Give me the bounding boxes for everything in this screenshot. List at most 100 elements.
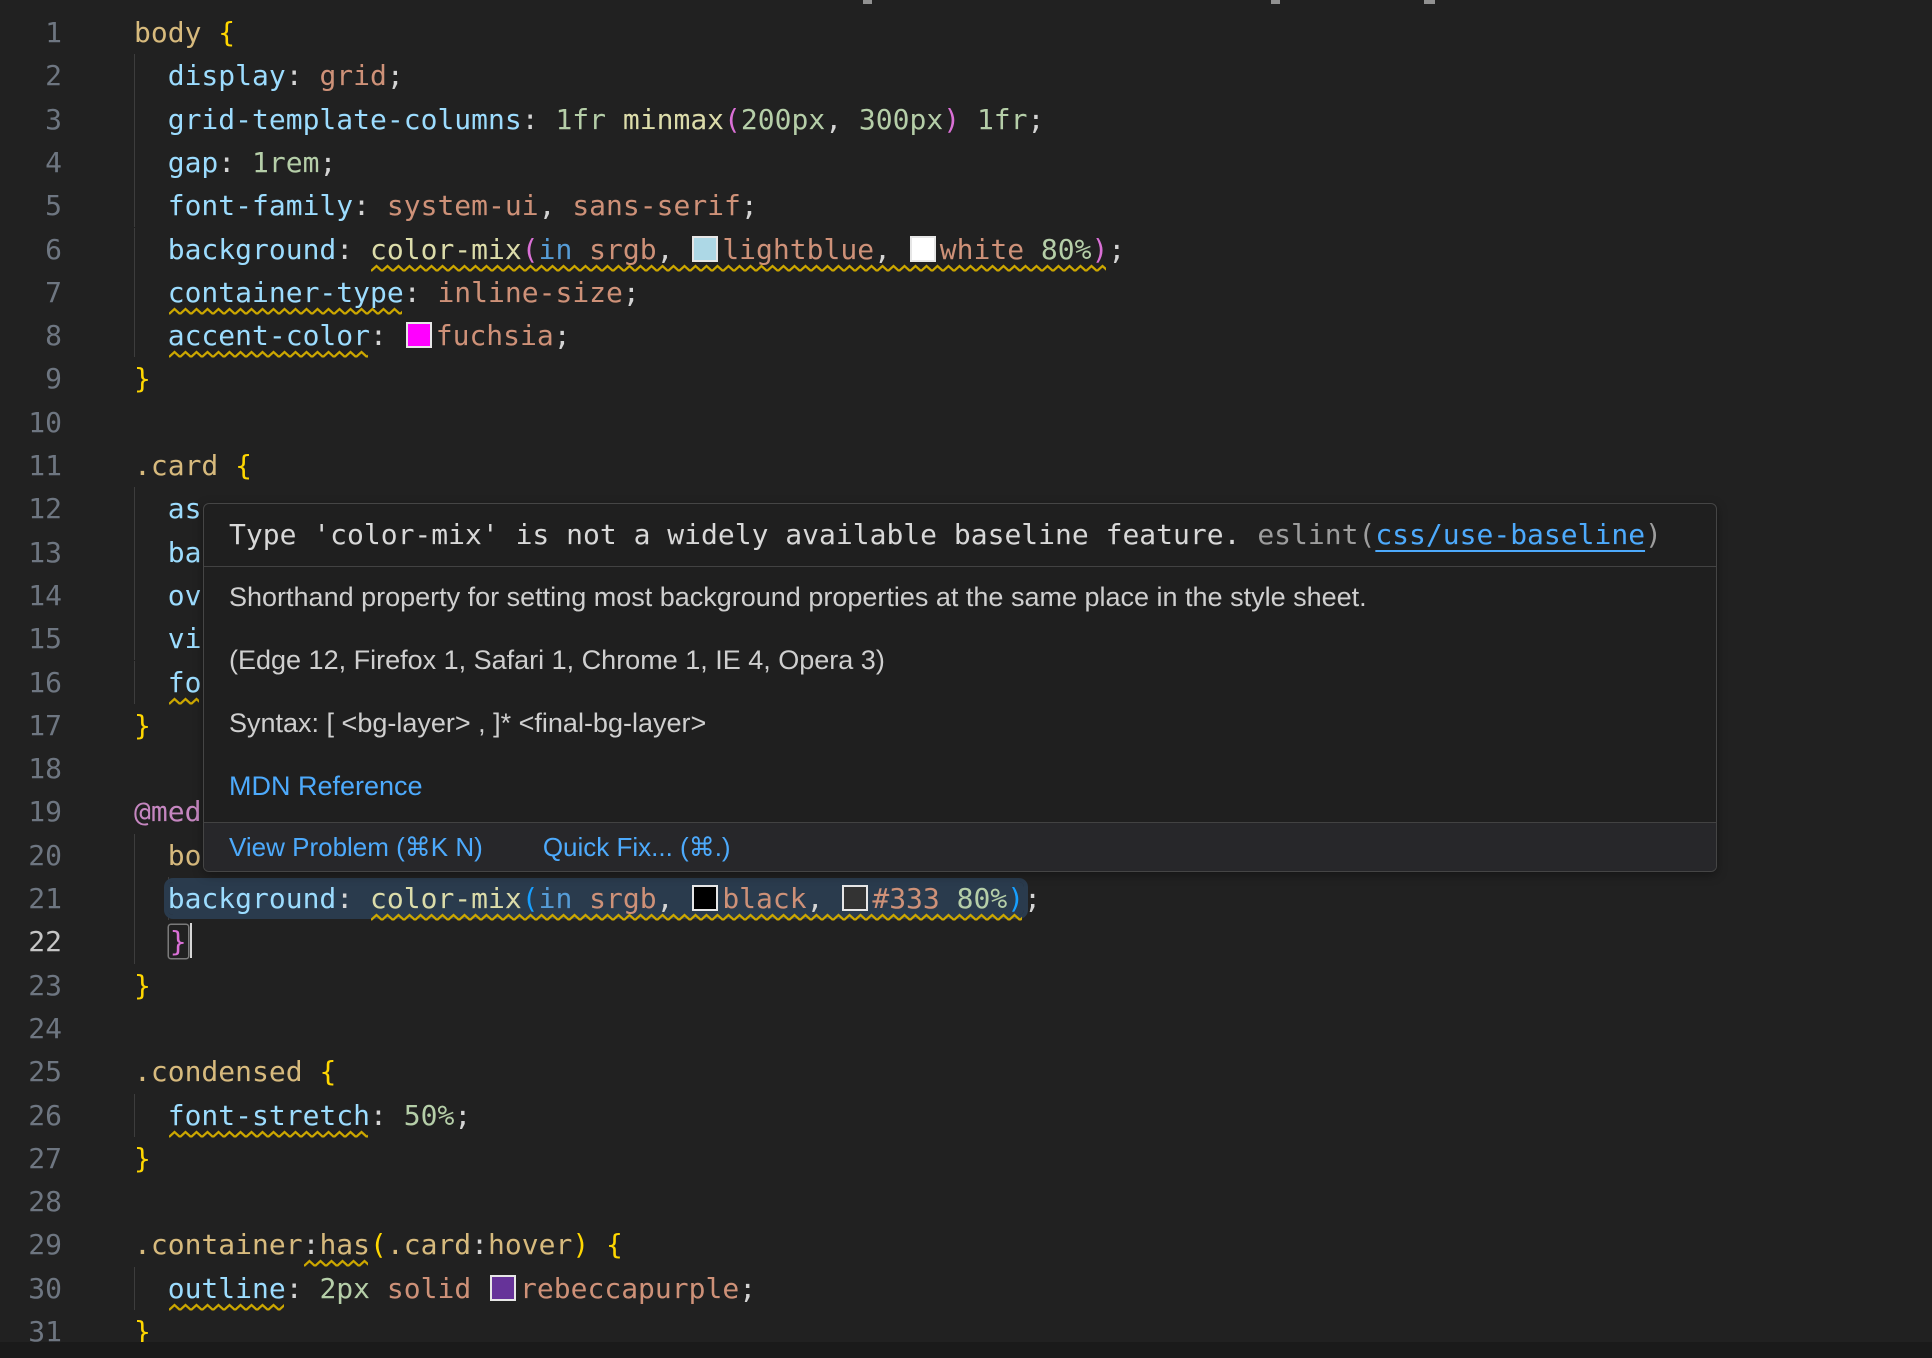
mdn-reference-link[interactable]: MDN Reference	[229, 773, 1691, 800]
code-token[interactable]: :	[303, 1228, 320, 1261]
code-line[interactable]: 26 font-stretch: 50%;	[0, 1094, 1932, 1137]
line-number[interactable]: 30	[0, 1267, 62, 1310]
code-token[interactable]: ;	[454, 1099, 471, 1132]
line-number[interactable]: 24	[0, 1007, 62, 1050]
code-token[interactable]: ;	[741, 189, 758, 222]
line-number[interactable]: 1	[0, 11, 62, 54]
code-token[interactable]: as	[168, 492, 202, 525]
line-number[interactable]: 15	[0, 617, 62, 660]
code-token[interactable]	[134, 59, 168, 92]
code-token[interactable]: :	[522, 103, 556, 136]
code-token[interactable]	[134, 882, 168, 915]
view-problem-action[interactable]: View Problem (⌘K N)	[229, 832, 483, 863]
code-text[interactable]: grid-template-columns: 1fr minmax(200px,…	[134, 98, 1044, 141]
code-token[interactable]: 2px	[319, 1272, 370, 1305]
code-text[interactable]: as	[134, 487, 201, 530]
code-token[interactable]: 300px	[859, 103, 943, 136]
code-token[interactable]: black	[722, 882, 806, 915]
code-text[interactable]: vi	[134, 617, 201, 660]
code-token[interactable]	[606, 103, 623, 136]
code-token[interactable]: 200px	[741, 103, 825, 136]
code-token[interactable]: 80%	[957, 882, 1008, 915]
code-token[interactable]: @med	[134, 795, 201, 828]
code-token[interactable]: srgb	[589, 882, 656, 915]
code-line[interactable]: 29.container:has(.card:hover) {	[0, 1223, 1932, 1266]
code-line[interactable]: 21 background: color-mix(in srgb, black,…	[0, 877, 1932, 920]
code-text[interactable]: .condensed {	[134, 1050, 336, 1093]
code-token[interactable]: white	[940, 233, 1024, 266]
color-swatch[interactable]	[490, 1275, 516, 1301]
code-token[interactable]	[134, 622, 168, 655]
code-text[interactable]: @med	[134, 790, 201, 833]
code-token[interactable]: font-stretch	[168, 1099, 370, 1132]
code-token[interactable]: )	[943, 103, 960, 136]
line-number[interactable]: 7	[0, 271, 62, 314]
code-token[interactable]: {	[235, 449, 252, 482]
code-token[interactable]: vi	[168, 622, 202, 655]
code-line[interactable]: 1body {	[0, 11, 1932, 54]
code-token[interactable]: }	[134, 969, 151, 1002]
code-line[interactable]: 8 accent-color: fuchsia;	[0, 314, 1932, 357]
code-token[interactable]: 1fr	[555, 103, 606, 136]
code-text[interactable]: bo	[134, 834, 201, 877]
line-number[interactable]: 26	[0, 1094, 62, 1137]
code-token[interactable]: outline	[168, 1272, 286, 1305]
color-swatch[interactable]	[692, 236, 718, 262]
code-line[interactable]: 7 container-type: inline-size;	[0, 271, 1932, 314]
code-token[interactable]	[134, 146, 168, 179]
line-number[interactable]: 20	[0, 834, 62, 877]
code-token[interactable]: ba	[168, 536, 202, 569]
code-text[interactable]: accent-color: fuchsia;	[134, 314, 571, 357]
code-token[interactable]: 1fr	[977, 103, 1028, 136]
code-token[interactable]	[134, 189, 168, 222]
code-token[interactable]	[134, 1272, 168, 1305]
code-token[interactable]	[134, 839, 168, 872]
code-token[interactable]: srgb	[589, 233, 656, 266]
code-token[interactable]: ;	[739, 1272, 756, 1305]
code-token[interactable]: font-family	[168, 189, 353, 222]
code-line[interactable]: 27}	[0, 1137, 1932, 1180]
code-token[interactable]: (	[370, 1228, 387, 1261]
code-line[interactable]: 5 font-family: system-ui, sans-serif;	[0, 184, 1932, 227]
code-token[interactable]: ;	[554, 319, 571, 352]
color-swatch[interactable]	[842, 885, 868, 911]
code-token[interactable]	[201, 16, 218, 49]
code-token[interactable]: color-mix	[370, 233, 522, 266]
code-text[interactable]: .card {	[134, 444, 252, 487]
code-text[interactable]: .container:has(.card:hover) {	[134, 1223, 623, 1266]
code-token[interactable]	[589, 1228, 606, 1261]
code-token[interactable]	[134, 276, 168, 309]
code-line[interactable]: 2 display: grid;	[0, 54, 1932, 97]
code-token[interactable]	[134, 103, 168, 136]
line-number[interactable]: 28	[0, 1180, 62, 1223]
line-number[interactable]: 17	[0, 704, 62, 747]
code-token[interactable]: minmax	[623, 103, 724, 136]
code-token[interactable]: }	[134, 1142, 151, 1175]
code-token[interactable]: 1rem	[252, 146, 319, 179]
code-token[interactable]: :	[404, 276, 438, 309]
code-line[interactable]: 11 .card {	[0, 444, 1932, 487]
line-number[interactable]: 2	[0, 54, 62, 97]
line-number[interactable]: 9	[0, 357, 62, 400]
code-token[interactable]: }	[134, 709, 151, 742]
line-number[interactable]: 14	[0, 574, 62, 617]
code-text[interactable]: gap: 1rem;	[134, 141, 336, 184]
code-token[interactable]: :	[336, 882, 370, 915]
line-number[interactable]: 11	[0, 444, 62, 487]
code-line[interactable]: 4 gap: 1rem;	[0, 141, 1932, 184]
line-number[interactable]: 5	[0, 184, 62, 227]
code-token[interactable]: in	[539, 233, 573, 266]
line-number[interactable]: 18	[0, 747, 62, 790]
code-token[interactable]: }	[134, 362, 151, 395]
code-text[interactable]: ov	[134, 574, 201, 617]
code-text[interactable]: background: color-mix(in srgb, lightblue…	[134, 228, 1125, 271]
code-text[interactable]: container-type: inline-size;	[134, 271, 640, 314]
code-token[interactable]	[134, 925, 168, 958]
code-token[interactable]: )	[1007, 882, 1024, 915]
code-token[interactable]: )	[572, 1228, 589, 1261]
code-token[interactable]: :	[218, 146, 252, 179]
code-token[interactable]	[134, 492, 168, 525]
code-token[interactable]: {	[319, 1055, 336, 1088]
color-swatch[interactable]	[406, 322, 432, 348]
code-token[interactable]: :	[471, 1228, 488, 1261]
